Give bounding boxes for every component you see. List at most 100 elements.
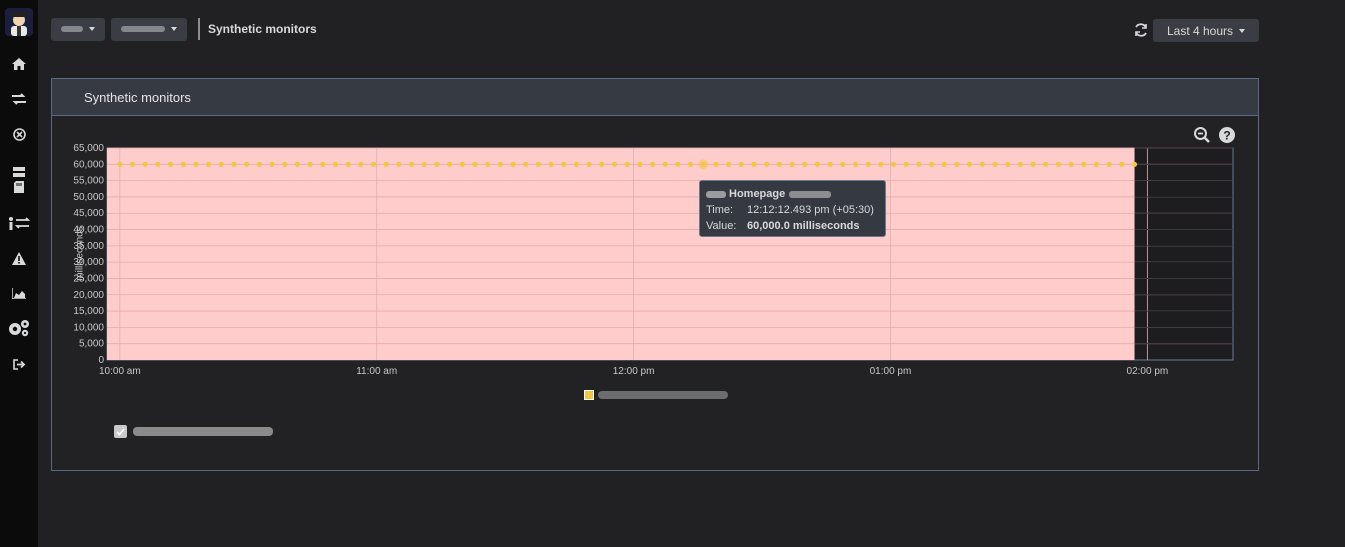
time-range-label: Last 4 hours (1166, 23, 1234, 38)
data-point (383, 161, 389, 167)
y-tick-label: 40,000 (73, 225, 104, 236)
data-point (814, 161, 821, 167)
data-point (180, 161, 186, 167)
data-point (1043, 161, 1049, 167)
data-point (1055, 161, 1062, 167)
data-point (561, 161, 567, 167)
data-point (421, 161, 427, 167)
data-point (649, 161, 656, 167)
y-tick-label: 25,000 (73, 273, 104, 284)
data-point (282, 161, 288, 167)
y-tick-label: 55,000 (73, 176, 104, 187)
y-tick-label: 10,000 (73, 322, 104, 333)
legend-item[interactable] (584, 390, 728, 400)
data-point (1106, 161, 1112, 167)
data-point (637, 161, 643, 167)
series-name-redacted (133, 427, 273, 436)
data-point (852, 161, 859, 167)
avatar[interactable] (5, 8, 33, 36)
data-point (447, 161, 453, 167)
data-point (751, 161, 757, 167)
alert-region (107, 148, 1135, 360)
data-point (840, 161, 846, 167)
data-point (332, 161, 339, 167)
close-circle-icon[interactable] (0, 121, 38, 147)
chevron-down-icon (171, 27, 177, 31)
data-point (1068, 161, 1074, 167)
area-chart-icon[interactable] (0, 280, 38, 306)
y-tick-label: 5,000 (79, 339, 104, 350)
refresh-icon[interactable] (1133, 22, 1149, 38)
data-point (320, 161, 326, 167)
sidebar (0, 0, 38, 547)
data-point (206, 161, 212, 167)
data-point (244, 161, 250, 167)
data-point (485, 161, 491, 167)
data-point (675, 161, 681, 167)
data-point (865, 161, 871, 167)
data-point (713, 161, 719, 167)
series-checkbox[interactable] (114, 425, 127, 438)
data-point (370, 161, 377, 167)
data-point (764, 161, 770, 167)
home-icon[interactable] (0, 51, 38, 77)
org-name-redacted (61, 26, 83, 32)
x-tick-label: 11:00 am (356, 366, 397, 377)
data-point (1017, 161, 1023, 167)
data-point (890, 161, 897, 167)
data-point (738, 161, 744, 167)
y-tick-label: 35,000 (73, 241, 104, 252)
data-point (1030, 161, 1036, 167)
database-icon[interactable] (0, 164, 38, 198)
legend-swatch (584, 390, 594, 400)
y-tick-label: 45,000 (73, 208, 104, 219)
data-point (535, 161, 542, 167)
y-tick-label: 30,000 (73, 257, 104, 268)
data-point (726, 161, 732, 167)
highlighted-point (698, 159, 709, 170)
dashboard-dropdown[interactable] (111, 17, 187, 41)
time-range-picker[interactable]: Last 4 hours (1153, 19, 1259, 42)
data-point (611, 161, 618, 167)
data-point (345, 161, 351, 167)
data-point (599, 161, 605, 167)
tooltip-value: 60,000.0 milliseconds (747, 220, 860, 232)
chevron-down-icon (1239, 28, 1246, 33)
y-tick-label: 50,000 (73, 192, 104, 203)
data-point (155, 161, 161, 167)
y-tick-label: 20,000 (73, 290, 104, 301)
org-dropdown[interactable] (51, 17, 105, 41)
data-point (928, 161, 935, 167)
data-point (294, 161, 301, 167)
data-point (776, 161, 782, 167)
warning-icon[interactable] (0, 245, 38, 271)
data-point (269, 161, 275, 167)
chart: 0 5,000 10,000 15,000 20,000 25,000 30,000 35,0… (73, 143, 1234, 377)
data-point (916, 161, 922, 167)
data-point (434, 161, 440, 167)
sign-out-icon[interactable] (0, 351, 38, 377)
tooltip-suffix-redacted (789, 190, 832, 198)
data-point (510, 161, 516, 167)
x-tick-label: 10:00 am (99, 366, 141, 377)
data-point (624, 161, 630, 167)
data-point (167, 161, 174, 167)
user-transfer-icon[interactable] (0, 210, 38, 236)
data-point (1005, 161, 1011, 167)
data-point (1119, 161, 1125, 167)
data-point (142, 161, 148, 167)
data-point (827, 161, 833, 167)
tooltip-prefix-redacted (706, 190, 726, 198)
data-point (548, 161, 554, 167)
data-point (586, 161, 592, 167)
series-toggle[interactable] (114, 425, 273, 438)
data-point (193, 161, 199, 167)
data-point (358, 161, 364, 167)
data-point (802, 161, 808, 167)
y-tick-label: 65,000 (73, 143, 104, 154)
tooltip-value-label: Value: (706, 220, 737, 232)
gears-icon[interactable] (0, 315, 38, 341)
transfer-icon[interactable] (0, 86, 38, 112)
data-point (662, 161, 668, 167)
chevron-down-icon (89, 27, 95, 31)
